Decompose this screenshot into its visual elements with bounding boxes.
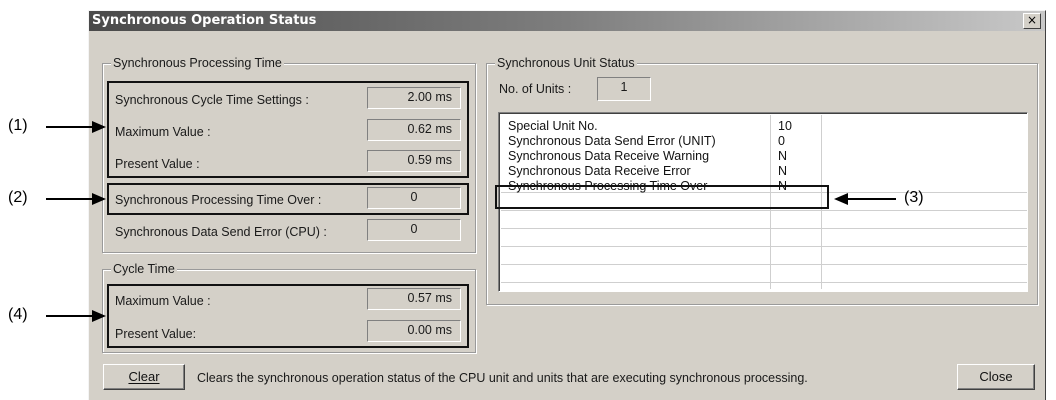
- synchronous-operation-status-dialog: Synchronous Operation Status × Synchrono…: [88, 10, 1046, 400]
- list-cell-name: Synchronous Data Receive Warning: [508, 149, 710, 163]
- list-cell-name: Synchronous Data Send Error (UNIT): [508, 134, 716, 148]
- list-row[interactable]: Synchronous Data Receive Warning N: [499, 149, 1027, 163]
- list-cell-value: N: [778, 149, 788, 163]
- highlight-box-1: [107, 81, 469, 178]
- list-row[interactable]: Special Unit No. 10: [499, 119, 1027, 133]
- unit-status-legend: Synchronous Unit Status: [495, 56, 637, 70]
- data-send-error-cpu-value: 0: [367, 219, 461, 241]
- callout-3-label: (3): [904, 189, 924, 206]
- callout-3-arrow-icon: [834, 193, 896, 205]
- processing-time-legend: Synchronous Processing Time: [111, 56, 284, 70]
- cycle-time-legend: Cycle Time: [111, 262, 177, 276]
- list-cell-name: Special Unit No.: [508, 119, 598, 133]
- callout-2-arrow-icon: [46, 193, 106, 205]
- callout-2-label: (2): [8, 189, 28, 206]
- list-row[interactable]: Synchronous Data Receive Error N: [499, 164, 1027, 178]
- highlight-box-3: [495, 185, 829, 209]
- clear-description: Clears the synchronous operation status …: [197, 371, 808, 385]
- list-cell-value: 0: [778, 134, 785, 148]
- title-bar: Synchronous Operation Status ×: [89, 11, 1045, 31]
- data-send-error-cpu-label: Synchronous Data Send Error (CPU) :: [115, 225, 327, 239]
- callout-1-label: (1): [8, 117, 28, 134]
- close-icon[interactable]: ×: [1023, 13, 1041, 29]
- window-title: Synchronous Operation Status: [92, 13, 317, 28]
- list-cell-value: 10: [778, 119, 792, 133]
- highlight-box-2: [107, 183, 469, 215]
- clear-button[interactable]: Clear: [103, 364, 185, 390]
- units-count-value: 1: [597, 77, 651, 101]
- list-cell-name: Synchronous Data Receive Error: [508, 164, 691, 178]
- units-count-label: No. of Units :: [499, 82, 572, 96]
- list-row[interactable]: Synchronous Data Send Error (UNIT) 0: [499, 134, 1027, 148]
- close-button[interactable]: Close: [957, 364, 1035, 390]
- list-cell-value: N: [778, 164, 788, 178]
- callout-4-arrow-icon: [46, 310, 106, 322]
- highlight-box-4: [107, 284, 469, 348]
- callout-4-label: (4): [8, 306, 28, 323]
- callout-1-arrow-icon: [46, 121, 106, 133]
